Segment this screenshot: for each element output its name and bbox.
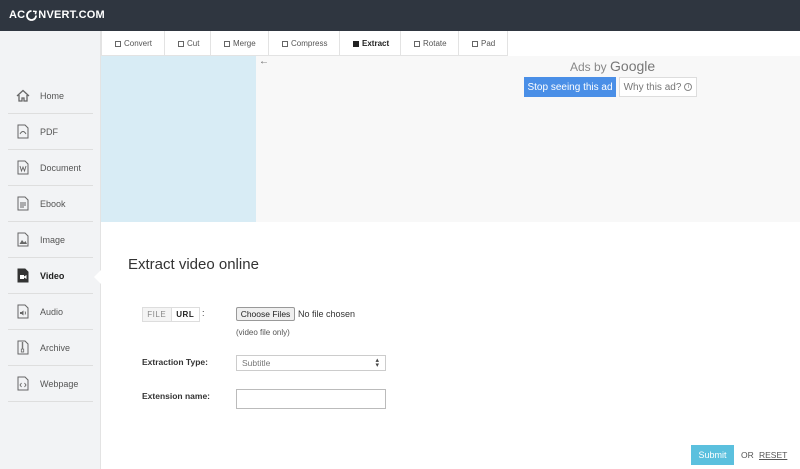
sidebar-item-image[interactable]: Image (8, 222, 93, 258)
sidebar-item-document[interactable]: Document (8, 150, 93, 186)
document-icon (16, 160, 30, 176)
submit-button[interactable]: Submit (691, 445, 734, 465)
tab-merge[interactable]: Merge (211, 31, 269, 56)
sidebar-item-home[interactable]: Home (8, 78, 93, 114)
ad-back-arrow-icon[interactable]: ← (259, 56, 269, 67)
tab-label: Pad (481, 39, 496, 48)
site-logo[interactable]: AC NVERT.COM (9, 9, 105, 21)
sidebar-item-label: Webpage (40, 378, 79, 389)
webpage-icon (16, 376, 30, 392)
info-icon: i (684, 83, 693, 91)
active-item-arrow (94, 270, 101, 284)
file-hint: (video file only) (236, 328, 290, 337)
tab-label: Cut (187, 39, 200, 48)
extraction-type-label: Extraction Type: (142, 357, 208, 367)
page-title: Extract video online (128, 256, 259, 273)
stop-seeing-ad-button[interactable]: Stop seeing this ad (524, 77, 616, 97)
ads-by-label: Ads by (570, 60, 607, 74)
tab-extract[interactable]: Extract (340, 31, 401, 56)
extraction-type-value: Subtitle (242, 358, 271, 368)
file-source-option[interactable]: FILE (143, 308, 171, 321)
checkbox-icon (282, 40, 288, 47)
sidebar-item-label: Video (40, 270, 65, 281)
select-caret-icon: ▴ ▾ (375, 357, 379, 369)
sidebar-item-webpage[interactable]: Webpage (8, 366, 93, 402)
tab-compress[interactable]: Compress (269, 31, 340, 56)
extension-name-label: Extension name: (142, 391, 211, 401)
logo-suffix: NVERT.COM (38, 9, 105, 21)
file-status: No file chosen (298, 309, 356, 319)
pdf-icon (16, 124, 30, 140)
sidebar-item-video[interactable]: Video (8, 258, 93, 294)
source-colon: : (202, 308, 205, 318)
reset-link[interactable]: RESET (759, 450, 787, 460)
video-icon (16, 268, 30, 284)
tool-tabs: Convert Cut Merge Compress Extract Rotat… (101, 31, 508, 56)
tab-label: Compress (291, 39, 328, 48)
sidebar-item-audio[interactable]: Audio (8, 294, 93, 330)
google-logo: Google (610, 58, 656, 74)
audio-icon (16, 304, 30, 320)
url-source-option[interactable]: URL (170, 308, 199, 321)
logo-prefix: AC (9, 9, 26, 21)
why-this-ad-button[interactable]: Why this ad? i (619, 77, 697, 97)
tab-convert[interactable]: Convert (101, 31, 165, 56)
tab-cut[interactable]: Cut (165, 31, 211, 56)
ad-banner[interactable] (101, 56, 256, 222)
tab-label: Extract (362, 39, 390, 48)
checkbox-icon (224, 40, 230, 47)
or-separator: OR (741, 450, 754, 460)
extension-name-input[interactable] (236, 389, 386, 409)
image-icon (16, 232, 30, 248)
checkbox-icon (115, 40, 121, 47)
extraction-type-select[interactable]: Subtitle ▴ ▾ (236, 355, 386, 371)
checkbox-icon (472, 40, 478, 47)
tab-label: Rotate (423, 39, 447, 48)
checkbox-icon (414, 40, 420, 47)
sidebar-item-label: Audio (40, 306, 64, 317)
tab-rotate[interactable]: Rotate (401, 31, 459, 56)
checkbox-icon (178, 40, 184, 47)
sidebar-item-pdf[interactable]: PDF (8, 114, 93, 150)
tab-label: Merge (233, 39, 256, 48)
ads-by-google: Ads by Google (570, 58, 655, 74)
logo-o-icon (26, 9, 38, 21)
source-toggle: FILE URL (142, 307, 200, 322)
choose-files-button[interactable]: Choose Files (236, 307, 295, 321)
archive-icon (16, 340, 30, 356)
sidebar-item-label: Image (40, 234, 66, 245)
tab-label: Convert (124, 39, 153, 48)
ebook-icon (16, 196, 30, 212)
top-bar: AC NVERT.COM (0, 0, 800, 31)
why-this-ad-label: Why this ad? (623, 81, 682, 93)
sidebar-item-label: PDF (40, 126, 58, 137)
sidebar-item-label: Document (40, 162, 82, 173)
tab-pad[interactable]: Pad (459, 31, 508, 56)
sidebar-item-label: Archive (40, 342, 71, 353)
sidebar-item-archive[interactable]: Archive (8, 330, 93, 366)
sidebar-item-ebook[interactable]: Ebook (8, 186, 93, 222)
checkbox-icon (353, 40, 359, 47)
home-icon (16, 88, 30, 104)
sidebar-item-label: Ebook (40, 198, 66, 209)
sidebar-item-label: Home (40, 90, 65, 101)
